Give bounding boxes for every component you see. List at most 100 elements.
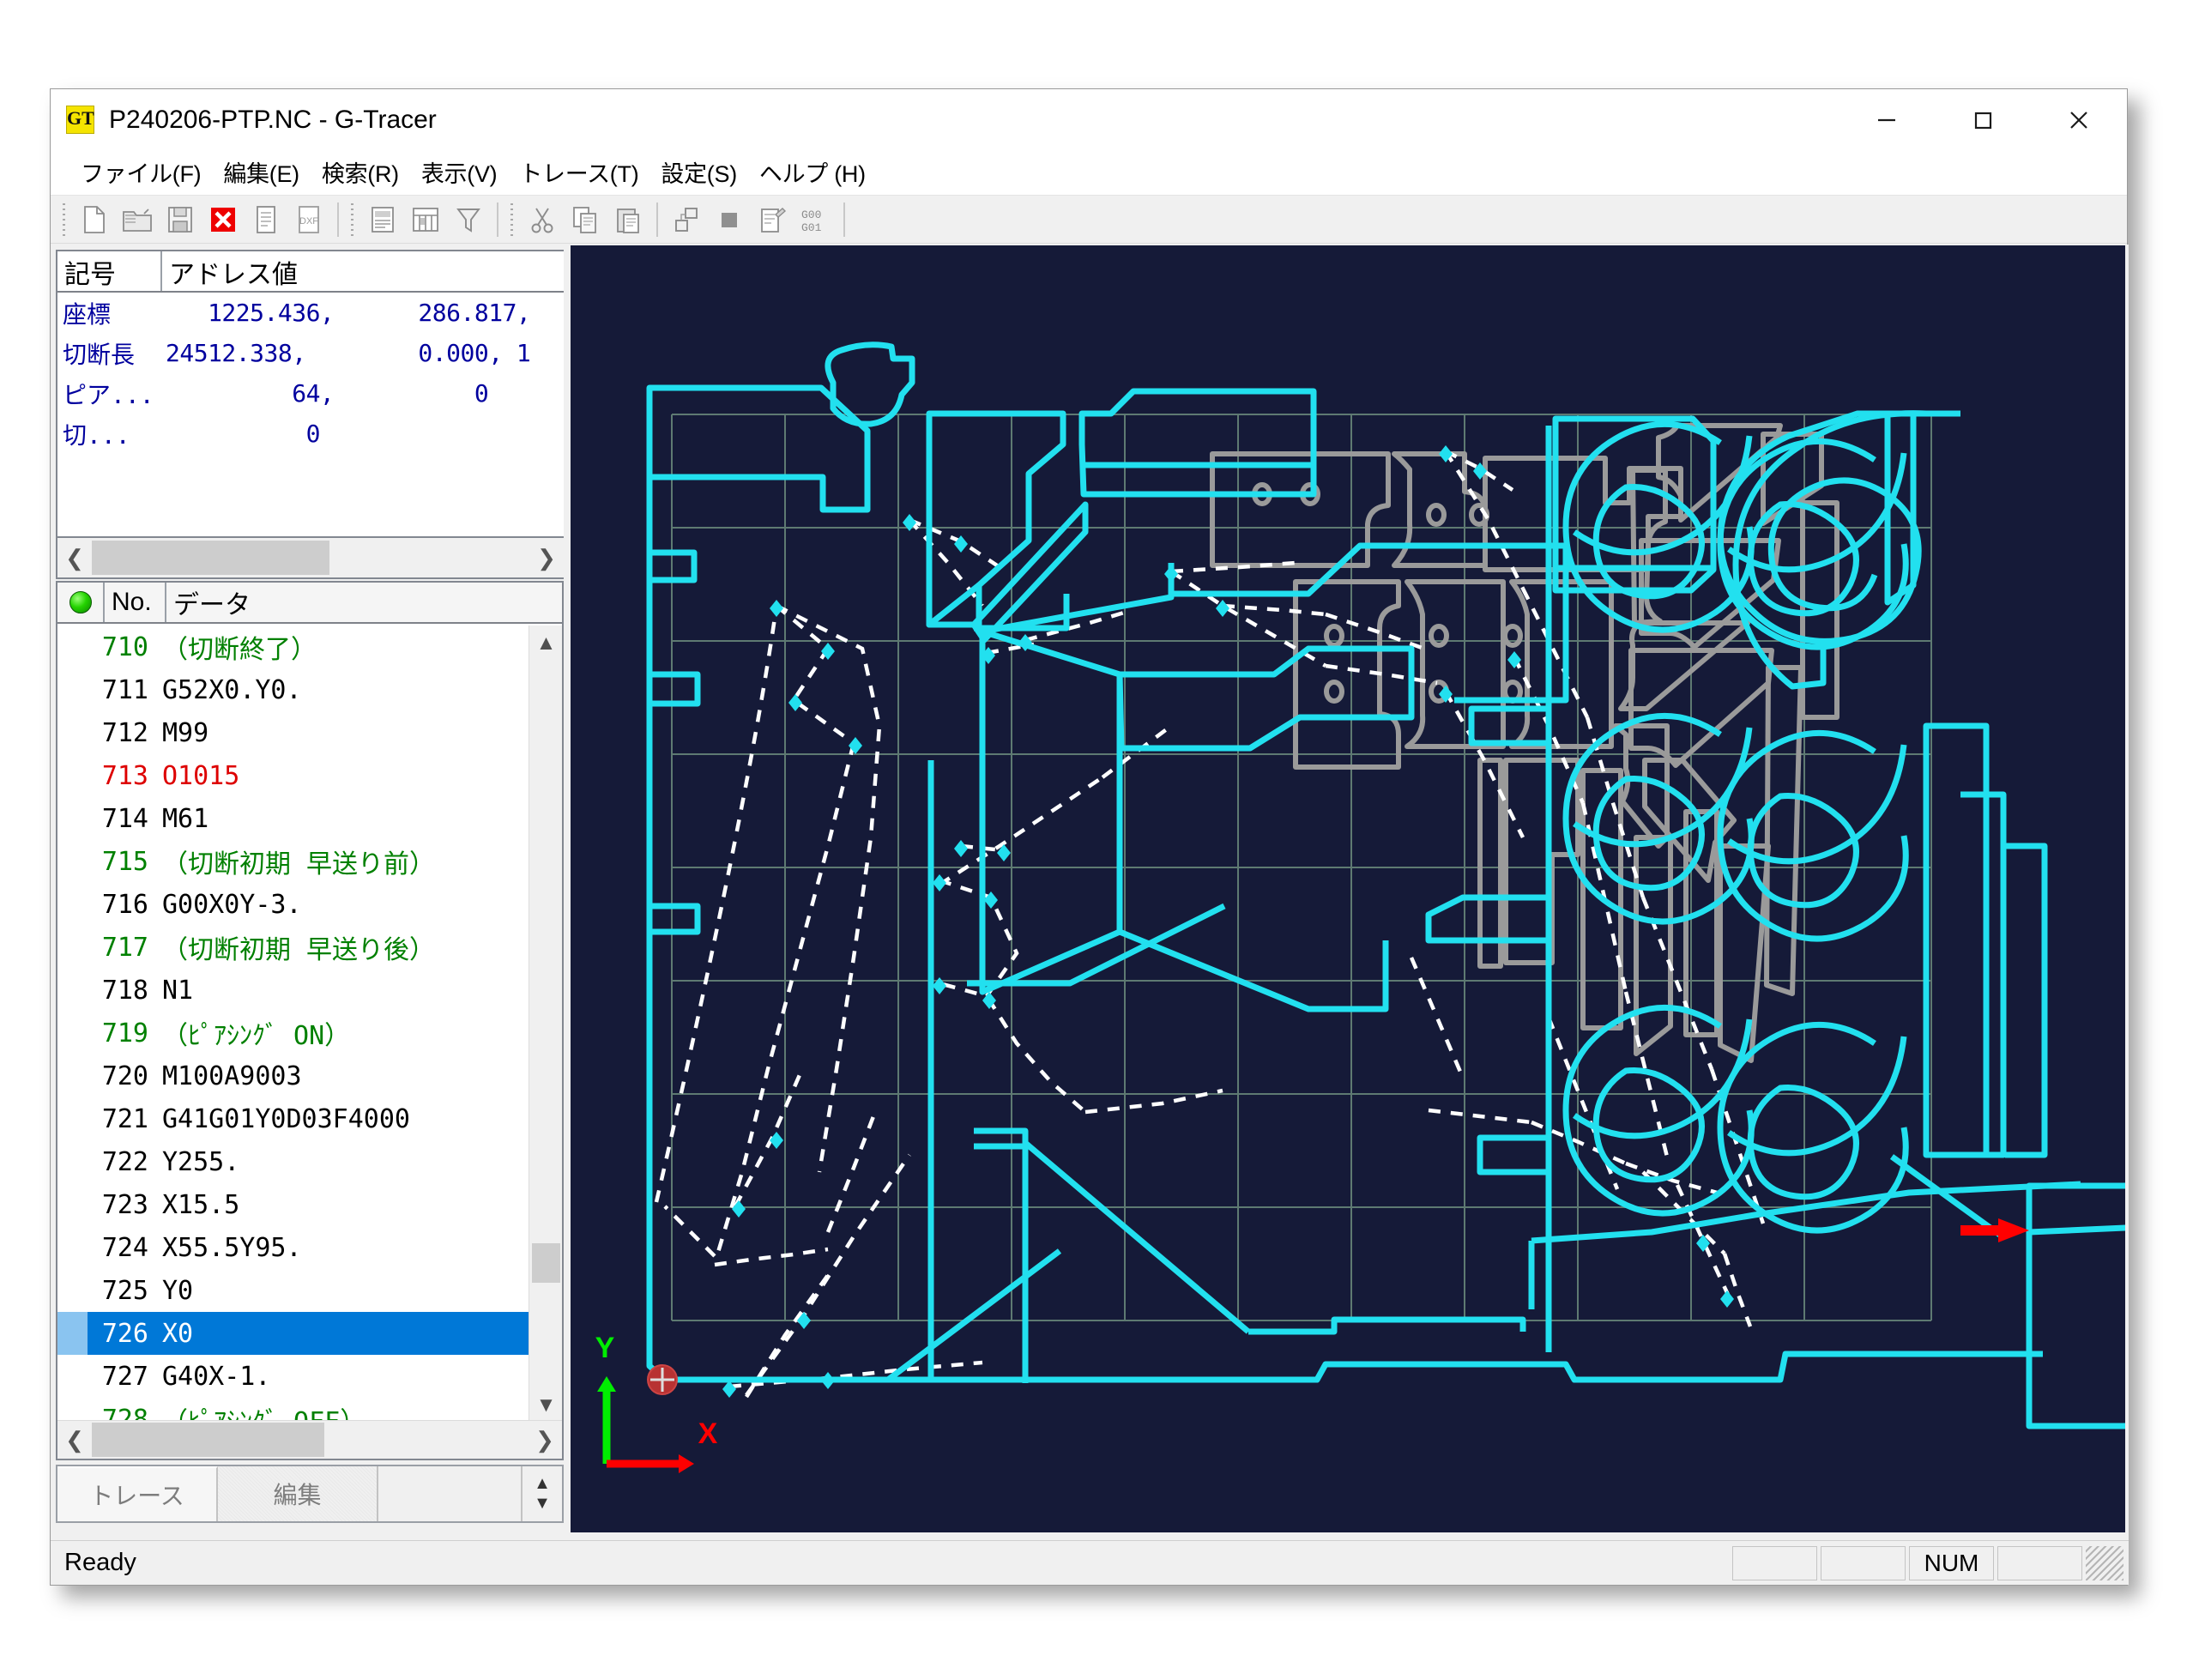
tab-edit[interactable]: 編集: [218, 1466, 378, 1521]
maximize-icon[interactable]: [1935, 89, 2031, 151]
list-item[interactable]: 722 Y255.: [57, 1140, 530, 1183]
list-item[interactable]: 720 M100A9003: [57, 1055, 530, 1097]
row-number: 726: [101, 1318, 148, 1349]
cad-drawing-canvas[interactable]: Y X: [571, 245, 2125, 1532]
status-cell-1: [1732, 1545, 1817, 1580]
chevron-left-icon[interactable]: ❮: [57, 539, 92, 577]
chevron-up-icon[interactable]: ▲: [529, 625, 563, 662]
info-row: ピア... 64, 0: [57, 373, 564, 414]
edit-document-icon[interactable]: [751, 199, 794, 240]
list-item[interactable]: 711 G52X0.Y0.: [57, 668, 530, 711]
insert-block-icon[interactable]: [665, 199, 708, 240]
list-item[interactable]: 717 （切断初期 早送り後）: [57, 926, 530, 969]
list-item-selected[interactable]: 726 X0: [57, 1312, 530, 1355]
copy-icon[interactable]: [564, 199, 607, 240]
list-item[interactable]: 725 Y0: [57, 1269, 530, 1312]
left-pane: 記号 アドレス値 座標 1225.436, 286.817, 切断長 24512…: [51, 245, 569, 1542]
gcode-list-hscrollbar[interactable]: ❮ ❯: [57, 1420, 562, 1459]
row-number: 713: [101, 760, 148, 791]
list-item[interactable]: 723 X15.5: [57, 1183, 530, 1226]
chevron-down-icon[interactable]: ▼: [529, 1387, 563, 1423]
document-icon[interactable]: [245, 199, 287, 240]
toolbar-grip[interactable]: [509, 200, 517, 239]
list-item[interactable]: 721 G41G01Y0D03F4000: [57, 1097, 530, 1140]
toolbar-separator: [656, 202, 658, 237]
save-disk-icon[interactable]: [159, 199, 202, 240]
row-data: Y0: [162, 1275, 194, 1306]
menu-help[interactable]: ヘルプ (H): [748, 152, 877, 194]
menu-edit[interactable]: 編集(E): [212, 152, 311, 194]
status-cell-2: [1821, 1545, 1906, 1580]
chevron-right-icon[interactable]: ❯: [528, 1421, 562, 1459]
info-row-label: ピア...: [63, 380, 154, 409]
menu-view[interactable]: 表示(V): [410, 152, 509, 194]
paste-icon[interactable]: [607, 199, 649, 240]
tab-scroll-spinner[interactable]: ▲ ▼: [523, 1466, 562, 1521]
gcode-list-panel: No. データ 710 （切断終了） 711 G52X0.Y0. 712 M99 71…: [56, 581, 564, 1460]
scroll-thumb[interactable]: [532, 1243, 560, 1283]
list-item[interactable]: 710 （切断終了）: [57, 625, 530, 668]
toolbar-grip[interactable]: [349, 200, 358, 239]
address-value-panel: 記号 アドレス値 座標 1225.436, 286.817, 切断長 24512…: [56, 250, 564, 538]
column-header-data[interactable]: データ: [166, 583, 562, 622]
menu-bar: ファイル(F) 編集(E) 検索(R) 表示(V) トレース(T) 設定(S) …: [51, 151, 2127, 196]
row-data: G52X0.Y0.: [162, 674, 302, 705]
gcode-list-vscrollbar[interactable]: ▲ ▼: [529, 625, 562, 1423]
menu-settings[interactable]: 設定(S): [649, 152, 748, 194]
tab-trace[interactable]: トレース: [57, 1466, 218, 1521]
row-marker: [57, 1097, 88, 1140]
row-marker: [57, 1183, 88, 1226]
chevron-right-icon[interactable]: ❯: [529, 539, 564, 577]
stop-square-icon[interactable]: [708, 199, 751, 240]
row-number: 719: [101, 1018, 148, 1048]
scroll-thumb[interactable]: [92, 1423, 324, 1457]
list-item[interactable]: 724 X55.5Y95.: [57, 1226, 530, 1269]
new-file-icon[interactable]: [73, 199, 116, 240]
application-window: P240206-PTP.NC - G-Tracer ファイル(F) 編集(E) …: [50, 88, 2129, 1586]
list-item[interactable]: 719 （ﾋﾟｱｼﾝｸﾞ ON）: [57, 1012, 530, 1055]
axis-label-y: Y: [595, 1332, 615, 1364]
list-item[interactable]: 715 （切断初期 早送り前）: [57, 840, 530, 883]
gcode-g00g01-icon[interactable]: G00 G01: [794, 199, 837, 240]
s-shape: [1717, 730, 1909, 942]
info-row-label: 座標: [63, 299, 112, 329]
cut-scissors-icon[interactable]: [521, 199, 564, 240]
info-header-symbol[interactable]: 記号: [57, 251, 162, 291]
list-item[interactable]: 713 O1015: [57, 754, 530, 797]
gcode-list-rows[interactable]: 710 （切断終了） 711 G52X0.Y0. 712 M99 713 O1015 7…: [57, 625, 530, 1423]
row-data: （切断初期 早送り前）: [162, 849, 436, 879]
info-header-address-value[interactable]: アドレス値: [162, 251, 564, 291]
toolbar-file: DXF G00 G01: [51, 196, 2127, 244]
dxf-export-icon[interactable]: DXF: [287, 199, 330, 240]
current-position-marker: [1960, 1218, 2029, 1242]
chevron-up-icon[interactable]: ▲: [534, 1474, 551, 1494]
open-folder-icon[interactable]: [116, 199, 159, 240]
row-marker: [57, 1269, 88, 1312]
list-item[interactable]: 716 G00X0Y-3.: [57, 883, 530, 926]
resize-grip-icon[interactable]: [2086, 1545, 2123, 1580]
list-item[interactable]: 727 G40X-1.: [57, 1355, 530, 1398]
menu-file[interactable]: ファイル(F): [69, 152, 212, 194]
menu-search[interactable]: 検索(R): [311, 152, 410, 194]
close-icon[interactable]: [2031, 89, 2127, 151]
info-panel-hscrollbar[interactable]: ❮ ❯: [56, 538, 564, 579]
row-number: 724: [101, 1232, 148, 1263]
list-item[interactable]: 712 M99: [57, 711, 530, 754]
close-red-x-icon[interactable]: [202, 199, 245, 240]
chevron-left-icon[interactable]: ❮: [57, 1421, 92, 1459]
scroll-track[interactable]: [92, 539, 529, 577]
svg-text:DXF: DXF: [299, 216, 318, 227]
column-header-no[interactable]: No.: [105, 583, 166, 622]
filter-funnel-icon[interactable]: [447, 199, 490, 240]
scroll-thumb[interactable]: [92, 541, 329, 575]
list-item[interactable]: 718 N1: [57, 969, 530, 1012]
chevron-down-icon[interactable]: ▼: [534, 1494, 551, 1514]
minimize-icon[interactable]: [1839, 89, 1935, 151]
list-item[interactable]: 714 M61: [57, 797, 530, 840]
scroll-track[interactable]: [92, 1421, 528, 1459]
menu-trace[interactable]: トレース(T): [508, 152, 649, 194]
toolbar-grip[interactable]: [61, 200, 69, 239]
gcode-list-header: No. データ: [57, 583, 562, 624]
report-icon[interactable]: [361, 199, 404, 240]
table-properties-icon[interactable]: [404, 199, 447, 240]
